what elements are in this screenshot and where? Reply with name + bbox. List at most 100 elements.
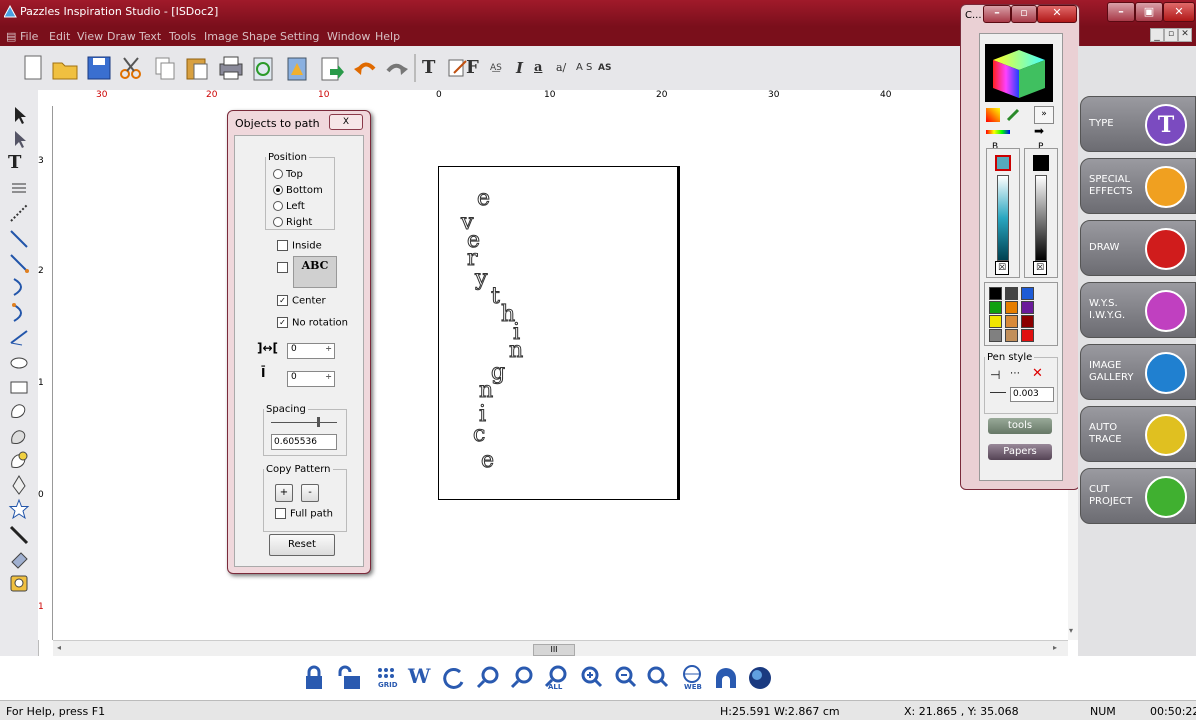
spacing-value-field[interactable]: 0.605536 (271, 434, 337, 450)
copy-pattern-plus-button[interactable]: + (275, 484, 293, 502)
lock-icon[interactable] (300, 664, 328, 692)
cut-project-button[interactable]: CUT PROJECT (1080, 468, 1196, 524)
eyedropper-icon[interactable] (1006, 108, 1020, 122)
expand-panel-button[interactable]: » (1034, 106, 1054, 124)
spacing-slider-track[interactable] (271, 422, 337, 423)
rectangle-tool-icon[interactable] (8, 376, 30, 398)
line-tool-icon[interactable] (8, 228, 30, 250)
color-swatch[interactable] (989, 301, 1002, 314)
scroll-right-icon[interactable]: ▸ (1053, 643, 1057, 652)
paste-icon[interactable] (182, 53, 212, 83)
wysiwyg-button[interactable]: W.Y.S. I.W.Y.G. (1080, 282, 1196, 338)
center-checkbox[interactable]: ✓ Center (277, 295, 326, 307)
dotted-line-icon[interactable] (8, 202, 30, 224)
drawing-canvas[interactable]: everythingnice (53, 106, 1068, 640)
color-swatch[interactable] (1021, 301, 1034, 314)
menu-view[interactable]: View (77, 30, 103, 43)
zoom-page-icon[interactable] (644, 664, 672, 692)
color-swatch[interactable] (1005, 301, 1018, 314)
weld-icon[interactable] (8, 572, 30, 594)
zoom-in-icon[interactable] (578, 664, 606, 692)
swap-arrow-icon[interactable]: ➡ (1034, 124, 1044, 138)
color-swatch[interactable] (1021, 287, 1034, 300)
draw-button[interactable]: DRAW (1080, 220, 1196, 276)
maximize-button[interactable]: ▣ (1135, 2, 1163, 22)
image-gallery-button[interactable]: IMAGE GALLERY (1080, 344, 1196, 400)
select-arrow-icon[interactable] (8, 104, 30, 126)
ellipse-tool-icon[interactable] (8, 352, 30, 374)
shape-library-icon[interactable] (8, 450, 30, 472)
border-color-swatch[interactable] (995, 155, 1011, 171)
menu-edit[interactable]: Edit (49, 30, 70, 43)
pen-nib-icon[interactable] (8, 474, 30, 496)
vertical-gap-spinner[interactable]: 0 ÷ (287, 371, 335, 387)
text-on-path-artwork[interactable]: everythingnice (53, 106, 1068, 640)
import-icon[interactable] (316, 53, 346, 83)
horizontal-gap-spinner[interactable]: 0 ÷ (287, 343, 335, 359)
menu-window[interactable]: Window (327, 30, 370, 43)
undo-icon[interactable] (350, 53, 380, 83)
radio-top[interactable]: Top (273, 169, 303, 180)
image-library-icon[interactable] (282, 53, 312, 83)
solid-line-icon[interactable]: ⊣ (990, 368, 1000, 382)
zoom-out-icon[interactable] (612, 664, 640, 692)
node-select-icon[interactable] (8, 128, 30, 150)
star-shape-icon[interactable] (8, 498, 30, 520)
pen-color-swatch[interactable] (1033, 155, 1049, 171)
color-cube-icon[interactable] (985, 44, 1053, 102)
scroll-left-icon[interactable]: ◂ (57, 643, 61, 652)
no-pen-icon[interactable]: ☒ (1033, 261, 1047, 275)
redo-icon[interactable] (382, 53, 412, 83)
menu-draw[interactable]: Draw (107, 30, 136, 43)
arc-tool-icon[interactable] (8, 276, 30, 298)
copy-icon[interactable] (150, 53, 180, 83)
pen-color-slider[interactable] (1035, 175, 1047, 261)
zoom-back-icon[interactable] (474, 664, 502, 692)
print-icon[interactable] (216, 53, 246, 83)
rotate-icon[interactable] (440, 664, 468, 692)
document-menu-icon[interactable]: ▤ (6, 30, 16, 43)
text-on-path-icon[interactable] (8, 178, 30, 200)
save-icon[interactable] (84, 53, 114, 83)
close-button[interactable]: ✕ (1163, 2, 1195, 22)
menu-file[interactable]: File (20, 30, 38, 43)
tools-button[interactable]: tools (988, 418, 1052, 434)
mdi-minimize-button[interactable]: _ (1150, 28, 1164, 42)
color-panel-close[interactable]: ✕ (1037, 5, 1077, 23)
freeform-shape-icon[interactable] (8, 400, 30, 422)
papers-button[interactable]: Papers (988, 444, 1052, 460)
reset-button[interactable]: Reset (269, 534, 335, 556)
arch-icon[interactable] (712, 664, 740, 692)
open-folder-icon[interactable] (50, 53, 80, 83)
color-panel-maximize[interactable]: ▫ (1011, 5, 1037, 23)
unlock-icon[interactable] (336, 664, 364, 692)
grid-icon[interactable]: GRID (372, 664, 400, 692)
inside-checkbox[interactable]: Inside (277, 240, 322, 252)
dialog-close-button[interactable]: X (329, 114, 363, 130)
text-tool-icon[interactable]: T (8, 152, 30, 174)
type-button[interactable]: TYPE T (1080, 96, 1196, 152)
color-swatch[interactable] (1021, 315, 1034, 328)
knife-tool-icon[interactable] (8, 524, 30, 546)
web-icon[interactable]: WEB (678, 664, 706, 692)
color-swatch[interactable] (1005, 329, 1018, 342)
palette-strip-icon[interactable] (986, 130, 1010, 134)
refresh-icon[interactable] (248, 53, 278, 83)
cut-icon[interactable] (116, 53, 146, 83)
pen-width-field[interactable]: 0.003 (1010, 387, 1054, 402)
menu-setting[interactable]: Setting (280, 30, 319, 43)
all-caps-icon[interactable]: AS (598, 53, 628, 83)
color-swatch[interactable] (1005, 315, 1018, 328)
minimize-button[interactable]: – (1107, 2, 1135, 22)
color-swatch[interactable] (989, 315, 1002, 328)
color-picker-icon[interactable] (986, 108, 1000, 122)
color-swatch[interactable] (989, 329, 1002, 342)
radio-left[interactable]: Left (273, 201, 305, 212)
border-color-slider[interactable] (997, 175, 1009, 261)
color-swatch[interactable] (989, 287, 1002, 300)
mdi-restore-button[interactable]: ▫ (1164, 28, 1178, 42)
abc-flip-icon[interactable]: ABC (293, 256, 337, 288)
color-swatch[interactable] (1005, 287, 1018, 300)
menu-shape[interactable]: Shape (242, 30, 276, 43)
eraser-icon[interactable] (8, 548, 30, 570)
